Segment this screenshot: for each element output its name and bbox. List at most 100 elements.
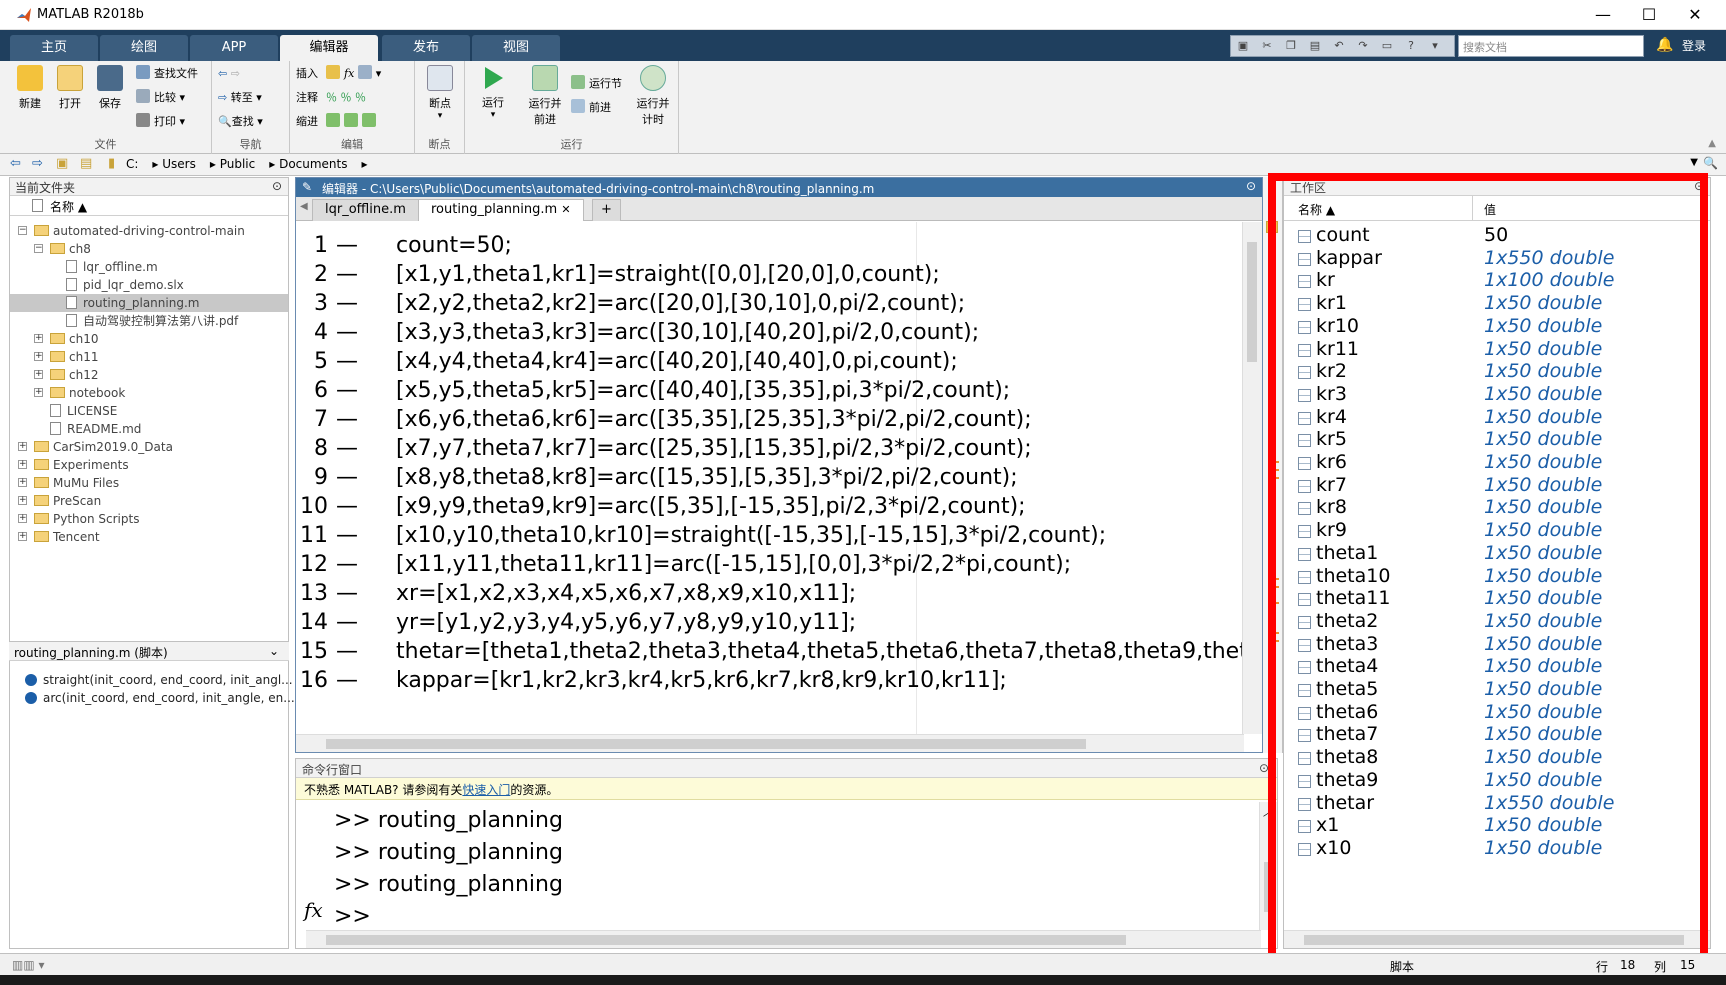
panel-menu-icon[interactable]: ⊙ [272, 179, 282, 193]
breakpoint-dash[interactable]: — [336, 288, 358, 319]
code-line[interactable]: 16 — kappar=[kr1,kr2,kr3,kr4,kr5,kr6,kr7,k… [296, 665, 1244, 696]
expand-icon[interactable]: + [18, 532, 27, 541]
line-number[interactable]: 14 [296, 607, 328, 638]
back-forward-buttons[interactable]: ⇦ ⇨ [218, 65, 240, 83]
goto-button[interactable]: ⇨ 转至 ▾ [218, 89, 262, 107]
decrease-indent-icon[interactable] [344, 113, 358, 127]
notification-bell-icon[interactable]: 🔔 [1656, 37, 1673, 53]
editor-vertical-scrollbar[interactable] [1242, 222, 1262, 734]
print-button[interactable]: 打印 ▾ [136, 113, 185, 131]
login-link[interactable]: 登录 [1682, 37, 1706, 54]
breakpoint-dash[interactable]: — [336, 259, 358, 290]
collapse-icon[interactable]: − [18, 226, 27, 235]
column-header-name[interactable]: 名称 ▲ [10, 196, 288, 216]
forward-arrow-icon[interactable]: ⇨ [231, 67, 240, 80]
breadcrumb-item[interactable]: Documents [279, 157, 347, 171]
line-number[interactable]: 7 [296, 404, 328, 435]
line-number[interactable]: 10 [296, 491, 328, 522]
line-number[interactable]: 12 [296, 549, 328, 580]
line-number[interactable]: 15 [296, 636, 328, 667]
expand-icon[interactable]: + [18, 496, 27, 505]
line-number[interactable]: 1 [296, 230, 328, 261]
code-area[interactable]: 1 — count=50; 2 — [x1,y1,theta1,kr1]=straight… [296, 222, 1244, 734]
quick-start-link[interactable]: 快速入门 [462, 783, 510, 797]
breakpoint-dash[interactable]: — [336, 578, 358, 609]
expand-icon[interactable]: + [18, 514, 27, 523]
run-and-time-button[interactable]: 运行并 计时 [633, 65, 673, 127]
breadcrumb-item[interactable]: Public [220, 157, 256, 171]
code-line[interactable]: 12 — [x11,y11,theta11,kr11]=arc([-15,15],[… [296, 549, 1244, 580]
scroll-thumb[interactable] [1247, 242, 1257, 362]
function-browser-icon[interactable]: fx [304, 898, 323, 922]
expand-icon[interactable]: + [34, 370, 43, 379]
save-icon[interactable]: ▣ [1235, 39, 1251, 53]
run-section-button[interactable]: 运行节 [571, 75, 622, 93]
code-line[interactable]: 7 — [x6,y6,theta6,kr6]=arc([35,35],[25,35]… [296, 404, 1244, 435]
breakpoint-dash[interactable]: — [336, 317, 358, 348]
run-button[interactable]: 运行 ▾ [475, 65, 511, 120]
command-prompt[interactable]: >> [334, 904, 371, 929]
code-line[interactable]: 10 — [x9,y9,theta9,kr9]=arc([5,35],[-15,35… [296, 491, 1244, 522]
editor-horizontal-scrollbar[interactable] [296, 734, 1244, 752]
find-button[interactable]: 🔍查找 ▾ [218, 113, 263, 131]
breakpoint-dash[interactable]: — [336, 404, 358, 435]
breakpoint-dash[interactable]: — [336, 549, 358, 580]
function-item[interactable]: arc(init_coord, end_coord, init_angle, e… [25, 691, 295, 705]
code-line[interactable]: 9 — [x8,y8,theta8,kr8]=arc([15,35],[5,35],… [296, 462, 1244, 493]
maximize-button[interactable]: ☐ [1626, 0, 1672, 30]
breakpoint-dash[interactable]: — [336, 491, 358, 522]
expand-icon[interactable]: + [18, 478, 27, 487]
breakpoints-button[interactable]: 断点 ▾ [422, 65, 458, 121]
function-item[interactable]: straight(init_coord, end_coord, init_ang… [25, 673, 293, 687]
comment-toggle-icons[interactable]: ％ ％ ％ [326, 89, 366, 107]
code-line[interactable]: 15 — thetar=[theta1,theta2,theta3,theta4,t… [296, 636, 1244, 667]
smart-indent-icon[interactable] [326, 113, 340, 127]
code-line[interactable]: 11 — [x10,y10,theta10,kr10]=straight([-15,… [296, 520, 1244, 551]
tab-routing-planning[interactable]: routing_planning.m ✕ [418, 199, 584, 221]
file-item[interactable]: routing_planning.m [10, 294, 288, 312]
code-line[interactable]: 6 — [x5,y5,theta5,kr5]=arc([40,40],[35,35]… [296, 375, 1244, 406]
tab-publish[interactable]: 发布 [382, 35, 470, 61]
expand-icon[interactable]: + [34, 334, 43, 343]
insert-section-icon[interactable] [326, 65, 340, 79]
run-and-advance-button[interactable]: 运行并 前进 [525, 65, 565, 127]
insert-function-button[interactable]: fx ▾ [326, 65, 381, 83]
line-number[interactable]: 9 [296, 462, 328, 493]
tab-plots[interactable]: 绘图 [100, 35, 188, 61]
collapse-toolstrip-icon[interactable]: ▲ [1708, 138, 1716, 149]
line-number[interactable]: 11 [296, 520, 328, 551]
expand-icon[interactable]: + [34, 388, 43, 397]
paste-icon[interactable]: ▤ [1307, 39, 1323, 53]
code-line[interactable]: 4 — [x3,y3,theta3,kr3]=arc([30,10],[40,20]… [296, 317, 1244, 348]
expand-icon[interactable]: + [18, 442, 27, 451]
minimize-button[interactable]: — [1580, 0, 1626, 30]
code-line[interactable]: 5 — [x4,y4,theta4,kr4]=arc([40,20],[40,40]… [296, 346, 1244, 377]
insert-button[interactable]: 插入 [296, 65, 318, 83]
expand-icon[interactable]: + [34, 352, 43, 361]
customize-icon[interactable]: ▾ [1427, 39, 1443, 53]
line-number[interactable]: 16 [296, 665, 328, 696]
undo-icon[interactable]: ↶ [1331, 39, 1347, 53]
indent-icons[interactable] [326, 113, 380, 131]
breakpoint-dash[interactable]: — [336, 433, 358, 464]
forward-icon[interactable]: ⇨ [32, 156, 43, 171]
breakpoint-dash[interactable]: — [336, 230, 358, 261]
expand-icon[interactable]: + [18, 460, 27, 469]
collapse-icon[interactable]: − [34, 244, 43, 253]
cut-icon[interactable]: ✂ [1259, 39, 1275, 53]
line-number[interactable]: 2 [296, 259, 328, 290]
close-window-button[interactable]: ✕ [1672, 0, 1718, 30]
indent-button[interactable]: 缩进 [296, 113, 318, 131]
line-number[interactable]: 6 [296, 375, 328, 406]
tab-close-icon[interactable]: ✕ [561, 203, 570, 216]
code-line[interactable]: 14 — yr=[y1,y2,y3,y4,y5,y6,y7,y8,y9,y10,y1… [296, 607, 1244, 638]
back-icon[interactable]: ⇦ [10, 156, 21, 171]
breakpoint-dash[interactable]: — [336, 462, 358, 493]
switch-windows-icon[interactable]: ▭ [1379, 39, 1395, 53]
insert-icon[interactable] [357, 65, 372, 79]
copy-icon[interactable]: ❐ [1283, 39, 1299, 53]
scroll-thumb[interactable] [326, 739, 1086, 749]
line-number[interactable]: 3 [296, 288, 328, 319]
details-toggle-icon[interactable]: ⌄ [269, 644, 279, 658]
editor-menu-icon[interactable]: ⊙ [1246, 179, 1256, 193]
